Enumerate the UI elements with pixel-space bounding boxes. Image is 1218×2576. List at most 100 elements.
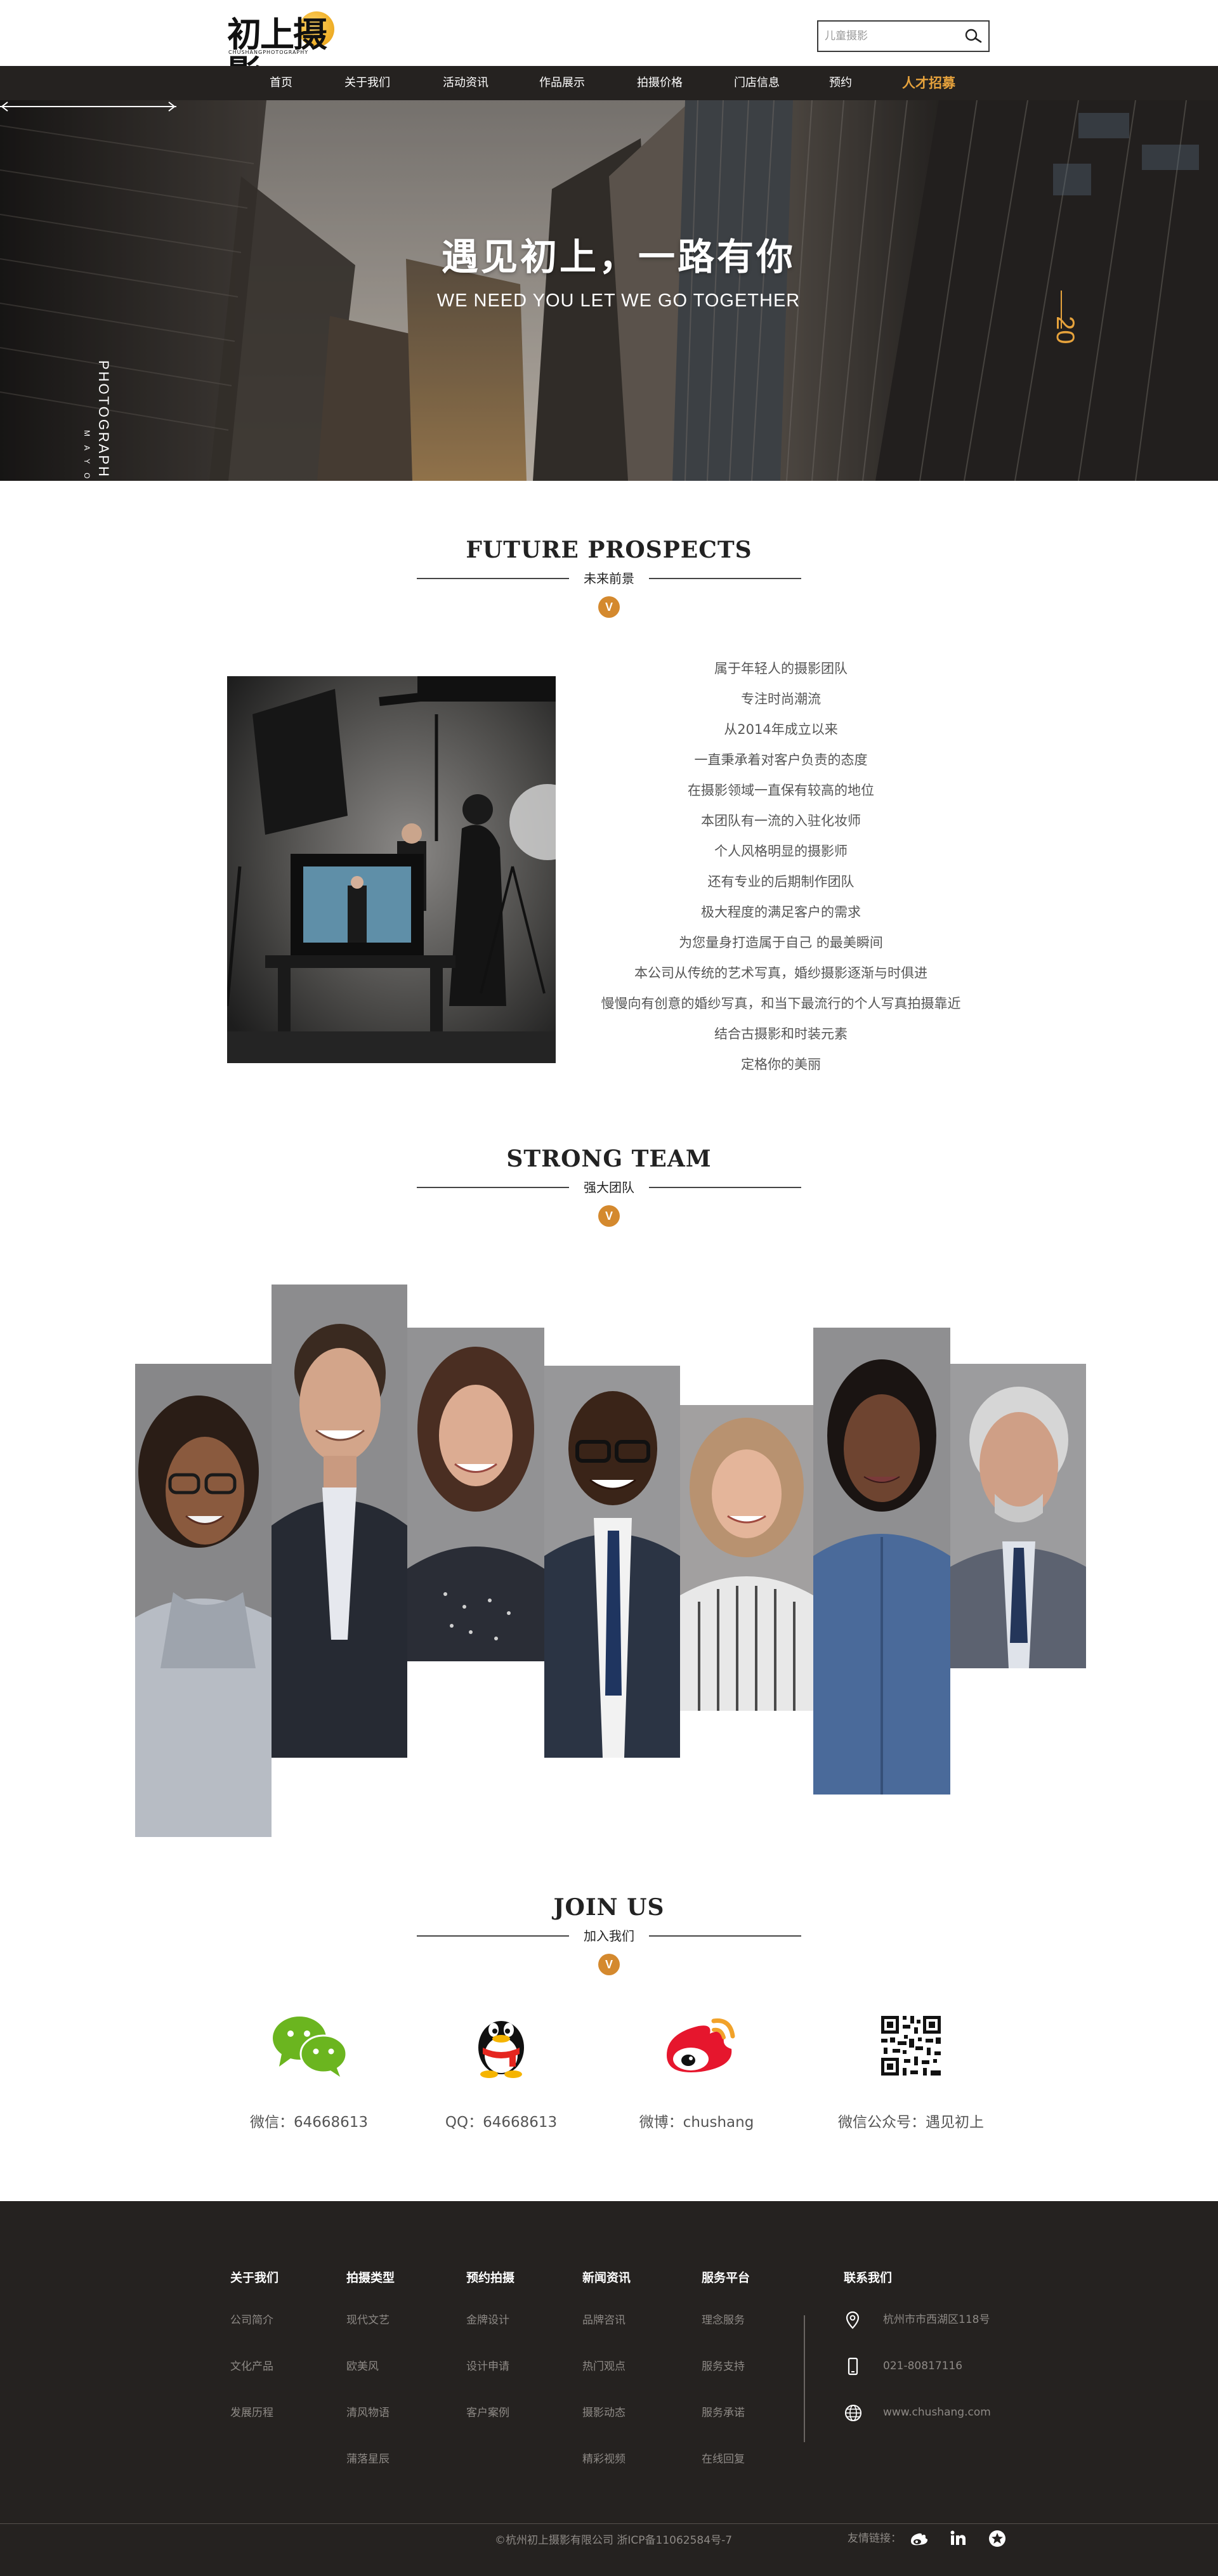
prospects-description: 属于年轻人的摄影团队 专注时尚潮流 从2014年成立以来 一直秉承着对客户负责的… [573, 656, 988, 1082]
footer-link[interactable]: 理念服务 [702, 2311, 750, 2357]
join-official-account-label: 微信公众号：遇见初上 [838, 2114, 984, 2131]
nav-item-recruit[interactable]: 人才招募 [875, 66, 982, 100]
footer-link[interactable]: 设计申请 [466, 2357, 514, 2403]
team-member-photo[interactable] [544, 1366, 680, 1758]
divider-line [649, 1187, 801, 1188]
nav-item-works[interactable]: 作品展示 [513, 66, 612, 100]
contact-website-text[interactable]: www.chushang.com [883, 2406, 991, 2419]
logo[interactable]: 初上摄影 CHUSHANGPHOTOGRAPHY [227, 10, 348, 91]
join-subtitle-row: 加入我们 [417, 1926, 801, 1946]
footer-link[interactable]: 公司简介 [230, 2311, 278, 2357]
join-wechat-label: 微信：64668613 [249, 2114, 369, 2131]
divider-line [417, 578, 569, 579]
nav-item-home[interactable]: 首页 [246, 66, 316, 100]
portrait-woman-curly [680, 1405, 813, 1711]
footer-link[interactable]: 文化产品 [230, 2357, 278, 2403]
wechat-icon[interactable] [268, 2010, 350, 2079]
footer-link[interactable]: 服务支持 [702, 2357, 750, 2403]
contact-phone: 021-80817116 [844, 2357, 991, 2403]
join-qq-label: QQ：64668613 [445, 2114, 558, 2131]
footer-link[interactable]: 发展历程 [230, 2403, 278, 2450]
weibo-link-icon[interactable] [908, 2528, 929, 2549]
footer-link[interactable]: 现代文艺 [346, 2311, 395, 2357]
slide-number: 20 [1051, 316, 1079, 344]
footer-link[interactable]: 金牌设计 [466, 2311, 514, 2357]
footer-column-shoot-types: 拍摄类型 现代文艺 欧美风 清风物语 蒲落星辰 [346, 2268, 395, 2496]
footer-link[interactable]: 摄影动态 [582, 2403, 631, 2450]
banner-vertical-small: MAYOR [82, 430, 91, 481]
footer-link[interactable]: 蒲落星辰 [346, 2450, 395, 2496]
qr-code-icon[interactable] [870, 2010, 952, 2079]
footer-link[interactable]: 热门观点 [582, 2357, 631, 2403]
prospect-line: 专注时尚潮流 [741, 691, 821, 707]
join-qq[interactable]: QQ：64668613 [406, 2010, 596, 2131]
main-nav: 首页 关于我们 活动资讯 作品展示 拍摄价格 门店信息 预约 人才招募 [0, 66, 1218, 100]
join-badge: V [598, 1954, 620, 1975]
join-weibo[interactable]: 微博：chushang [601, 2010, 792, 2131]
team-member-photo[interactable] [813, 1328, 950, 1795]
footer-link[interactable]: 清风物语 [346, 2403, 395, 2450]
divider-line [417, 1187, 569, 1188]
prospect-line: 还有专业的后期制作团队 [707, 874, 855, 889]
contact-address-text: 杭州市市西湖区118号 [883, 2313, 990, 2326]
footer-link[interactable]: 精彩视频 [582, 2450, 631, 2496]
prospect-line: 属于年轻人的摄影团队 [714, 661, 848, 676]
team-member-photo[interactable] [135, 1364, 272, 1837]
prospect-line: 个人风格明显的摄影师 [714, 844, 848, 859]
join-wechat[interactable]: 微信：64668613 [214, 2010, 404, 2131]
contact-address: 杭州市市西湖区118号 [844, 2311, 991, 2357]
team-badge: V [598, 1205, 620, 1227]
footer-link[interactable]: 品牌咨讯 [582, 2311, 631, 2357]
footer-bottom-divider [0, 2523, 1218, 2524]
join-title-en: JOIN US [553, 1894, 665, 1921]
footer-column-about: 关于我们 公司简介 文化产品 发展历程 [230, 2268, 278, 2450]
team-member-photo[interactable] [680, 1405, 813, 1711]
team-heading: STRONG TEAM 强大团队 V [0, 1146, 1218, 1227]
search-box [817, 20, 990, 52]
linkedin-icon[interactable] [948, 2528, 968, 2549]
footer-column-service: 服务平台 理念服务 服务支持 服务承诺 在线回复 [702, 2268, 750, 2496]
search-button[interactable] [962, 27, 983, 46]
footer-column-title: 拍摄类型 [346, 2271, 395, 2285]
site-footer: 关于我们 公司简介 文化产品 发展历程 拍摄类型 现代文艺 欧美风 清风物语 蒲… [0, 2201, 1218, 2576]
nav-item-about[interactable]: 关于我们 [316, 66, 419, 100]
divider-line [417, 1935, 569, 1937]
qq-icon[interactable] [460, 2010, 542, 2079]
prospect-line: 极大程度的满足客户的需求 [701, 905, 861, 920]
footer-link[interactable]: 欧美风 [346, 2357, 395, 2403]
prospect-line: 本公司从传统的艺术写真，婚纱摄影逐渐与时俱进 [634, 965, 927, 981]
footer-link[interactable]: 客户案例 [466, 2403, 514, 2450]
team-member-photo[interactable] [272, 1285, 407, 1758]
star-badge-icon[interactable] [987, 2528, 1007, 2549]
footer-link[interactable]: 服务承诺 [702, 2403, 750, 2450]
copyright: ©杭州初上摄影有限公司 浙ICP备11062584号-7 [495, 2534, 733, 2547]
join-official-account[interactable]: 微信公众号：遇见初上 [816, 2010, 1006, 2131]
footer-column-title: 关于我们 [230, 2271, 279, 2285]
contact-website[interactable]: www.chushang.com [844, 2403, 991, 2450]
nav-item-news[interactable]: 活动资讯 [419, 66, 513, 100]
prospects-title-en: FUTURE PROSPECTS [466, 537, 752, 563]
prospect-line: 定格你的美丽 [741, 1057, 821, 1072]
divider-line [649, 578, 801, 579]
portrait-woman-denim [813, 1328, 950, 1795]
contact-phone-text: 021-80817116 [883, 2360, 963, 2372]
studio-photo [227, 676, 556, 1063]
footer-link[interactable]: 在线回复 [702, 2450, 750, 2496]
prospects-badge: V [598, 596, 620, 618]
prospects-subtitle-row: 未来前景 [417, 568, 801, 589]
weibo-icon[interactable] [655, 2010, 738, 2079]
footer-column-title: 服务平台 [702, 2271, 750, 2285]
nav-item-booking[interactable]: 预约 [806, 66, 875, 100]
nav-item-prices[interactable]: 拍摄价格 [612, 66, 708, 100]
site-header: 初上摄影 CHUSHANGPHOTOGRAPHY [0, 0, 1218, 91]
arrow-right-icon[interactable] [0, 100, 176, 113]
team-member-photo[interactable] [950, 1364, 1086, 1668]
location-pin-icon [846, 2311, 860, 2329]
banner-vertical-word: PHOTOGRAPH [96, 360, 112, 479]
search-input[interactable] [825, 27, 952, 46]
nav-item-stores[interactable]: 门店信息 [708, 66, 806, 100]
portrait-man-suit [272, 1285, 407, 1758]
friend-links-label: 友情链接： [848, 2532, 901, 2545]
footer-column-title: 预约拍摄 [466, 2271, 515, 2285]
team-member-photo[interactable] [407, 1328, 544, 1661]
